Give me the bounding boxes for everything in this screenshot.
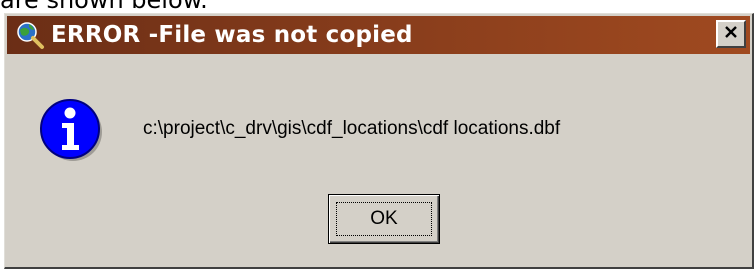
focus-rectangle: OK xyxy=(336,202,432,236)
info-icon xyxy=(38,97,104,163)
message-text: c:\project\c_drv\gis\cdf_locations\cdf l… xyxy=(143,118,561,139)
title-bar[interactable]: ERROR -File was not copied xyxy=(7,16,750,54)
close-button[interactable] xyxy=(716,20,746,48)
ok-label: OK xyxy=(370,208,398,229)
error-dialog: ERROR -File was not copied c:\project\c_… xyxy=(4,13,754,269)
dialog-title: ERROR -File was not copied xyxy=(51,22,413,48)
ok-button[interactable]: OK xyxy=(328,194,440,244)
close-icon xyxy=(723,24,739,44)
magnifier-globe-icon xyxy=(15,20,45,50)
page-caption: are shown below. xyxy=(0,0,208,14)
